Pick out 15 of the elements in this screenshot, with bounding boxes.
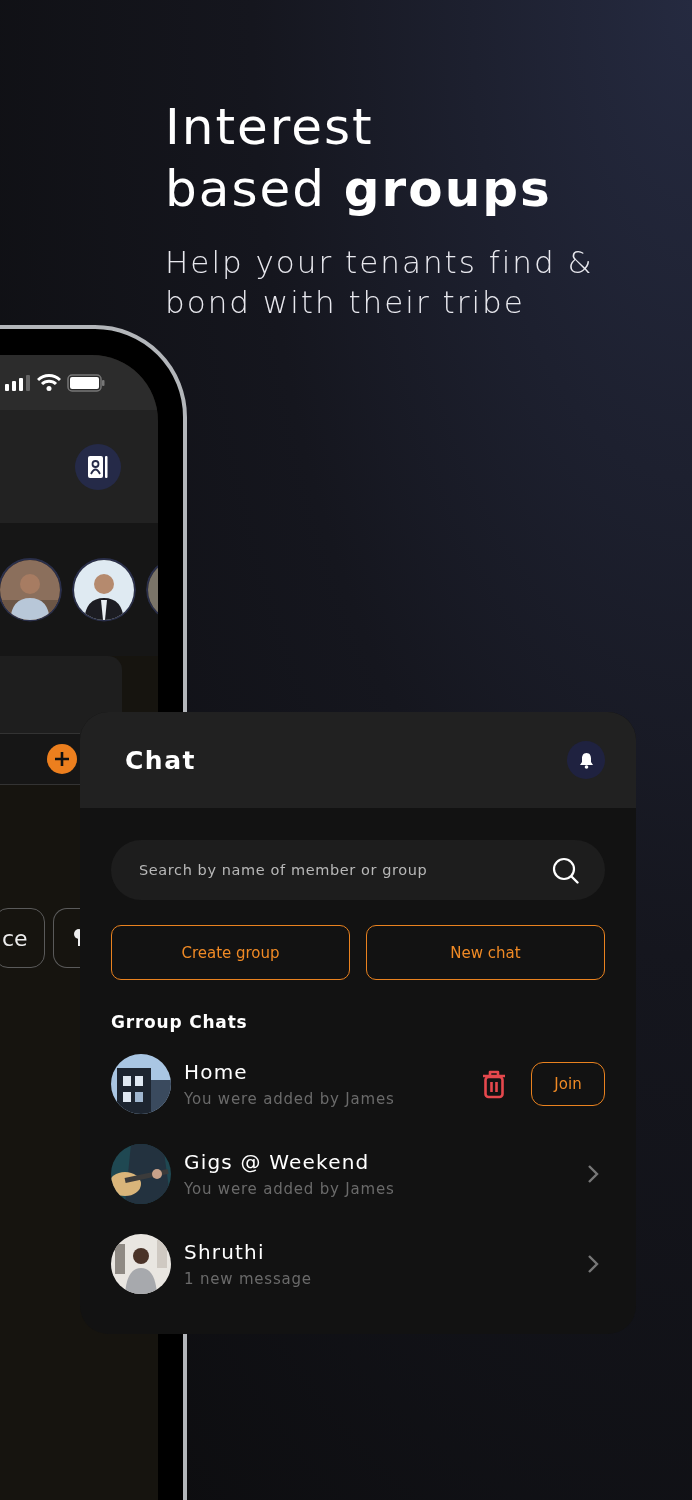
create-group-button[interactable]: Create group (111, 925, 350, 980)
group-name[interactable]: Shruthi (184, 1240, 587, 1264)
panel-title: Chat (125, 745, 196, 775)
section-title: Grroup Chats (111, 1012, 249, 1032)
new-chat-button[interactable]: New chat (366, 925, 605, 980)
category-chip[interactable]: ce (0, 908, 45, 968)
group-status: 1 new message (184, 1270, 313, 1288)
join-button[interactable]: Join (531, 1062, 605, 1106)
subtitle: Help your tenants find & bond with their tribe (165, 243, 594, 322)
group-status: You were added by James (184, 1090, 396, 1108)
group-name[interactable]: Home (184, 1060, 481, 1084)
group-status: You were added by James (184, 1180, 396, 1198)
search-field[interactable]: Search by name of member or group (137, 861, 542, 879)
group-name[interactable]: Gigs @ Weekend (184, 1150, 587, 1174)
headline: Interest based groups (165, 97, 553, 220)
